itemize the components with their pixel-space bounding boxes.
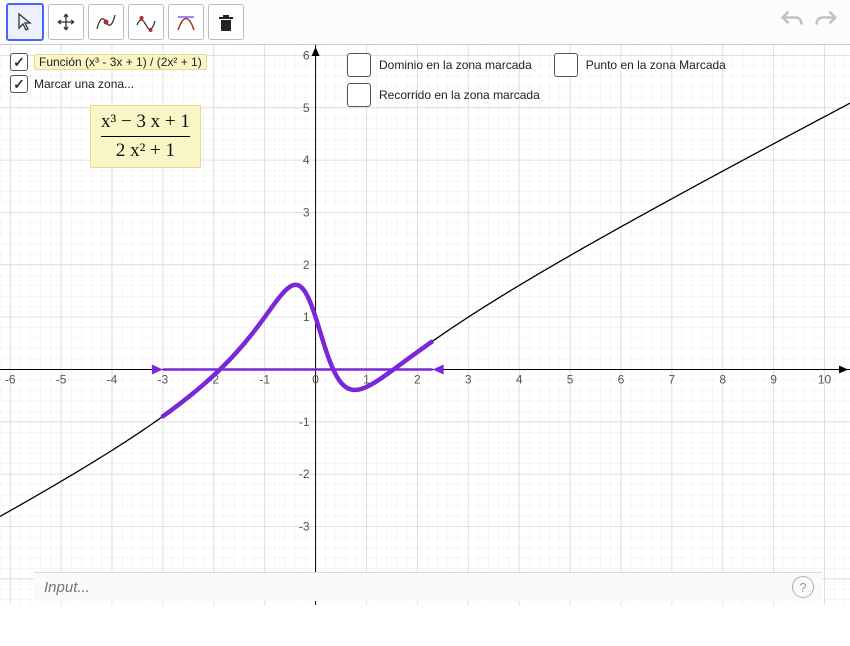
svg-text:-1: -1 (259, 372, 270, 386)
svg-text:10: 10 (818, 372, 832, 386)
tool-pointer[interactable] (6, 3, 44, 41)
function-label: Función (x³ - 3x + 1) / (2x² + 1) (34, 54, 207, 70)
svg-text:7: 7 (669, 372, 676, 386)
svg-text:3: 3 (303, 205, 310, 219)
svg-text:-1: -1 (299, 415, 310, 429)
svg-text:4: 4 (516, 372, 523, 386)
svg-text:8: 8 (719, 372, 726, 386)
checkbox-mark-zone[interactable] (10, 75, 28, 93)
checkbox-function[interactable] (10, 53, 28, 71)
tool-extremum[interactable] (128, 4, 164, 40)
graph-canvas[interactable]: -6-5-4-3-2-1012345678910-4-3-2-1123456 F… (0, 45, 850, 605)
svg-text:-4: -4 (107, 372, 118, 386)
checkbox-punto[interactable] (554, 53, 578, 77)
mark-zone-label: Marcar una zona... (34, 77, 134, 91)
svg-text:-2: -2 (299, 467, 310, 481)
svg-text:5: 5 (567, 372, 574, 386)
recorrido-label: Recorrido en la zona marcada (379, 88, 540, 102)
formula-display: x³ − 3 x + 1 2 x² + 1 (90, 105, 201, 168)
svg-text:5: 5 (303, 101, 310, 115)
svg-text:-5: -5 (56, 372, 67, 386)
tool-move[interactable] (48, 4, 84, 40)
input-bar: ? (34, 572, 822, 601)
zone-checks: Dominio en la zona marcada Punto en la z… (347, 53, 726, 113)
undo-icon[interactable] (778, 7, 806, 40)
formula-numerator: x³ − 3 x + 1 (101, 110, 190, 134)
checkbox-recorrido[interactable] (347, 83, 371, 107)
svg-text:9: 9 (770, 372, 777, 386)
svg-text:6: 6 (618, 372, 625, 386)
left-panel: Función (x³ - 3x + 1) / (2x² + 1) Marcar… (10, 53, 207, 97)
svg-text:0: 0 (312, 372, 319, 386)
formula-denominator: 2 x² + 1 (101, 136, 190, 163)
tool-delete[interactable] (208, 4, 244, 40)
redo-icon[interactable] (812, 7, 840, 40)
svg-text:-3: -3 (158, 372, 169, 386)
svg-text:-3: -3 (299, 519, 310, 533)
svg-text:2: 2 (414, 372, 421, 386)
domain-label: Dominio en la zona marcada (379, 58, 532, 72)
svg-text:4: 4 (303, 153, 310, 167)
help-icon[interactable]: ? (792, 576, 814, 598)
tool-tangent[interactable] (168, 4, 204, 40)
command-input[interactable] (42, 578, 786, 597)
checkbox-domain[interactable] (347, 53, 371, 77)
svg-text:3: 3 (465, 372, 472, 386)
tool-point-on-curve[interactable] (88, 4, 124, 40)
punto-label: Punto en la zona Marcada (586, 58, 726, 72)
svg-text:-6: -6 (5, 372, 16, 386)
svg-text:6: 6 (303, 48, 310, 62)
svg-text:2: 2 (303, 258, 310, 272)
svg-text:1: 1 (303, 310, 310, 324)
toolbar (0, 0, 850, 45)
